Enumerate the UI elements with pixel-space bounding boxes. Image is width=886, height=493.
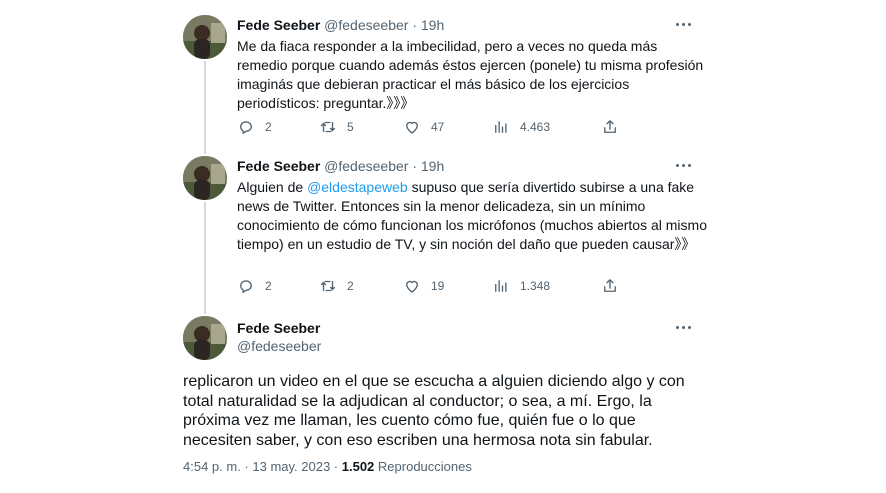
share-button[interactable] xyxy=(601,118,619,136)
share-icon xyxy=(604,279,616,292)
avatar[interactable] xyxy=(183,15,227,59)
tweet-text: Alguien de @eldestapeweb supuso que serí… xyxy=(237,178,707,254)
views-count: 1.502 xyxy=(341,459,375,474)
tweet-meta: 4:54 p. m. · 13 may. 2023 · 1.502 Reprod… xyxy=(183,459,472,474)
thread-line xyxy=(204,202,206,314)
mention-link[interactable]: @eldestapeweb xyxy=(307,179,408,195)
views-icon xyxy=(495,280,507,292)
like-count: 19 xyxy=(431,279,445,293)
tweet-time[interactable]: 4:54 p. m. xyxy=(183,459,241,474)
timestamp[interactable]: 19h xyxy=(421,158,444,174)
heart-icon xyxy=(406,121,418,134)
avatar[interactable] xyxy=(183,156,227,200)
tweet[interactable]: Fede Seeber @fedeseeber · 19h Me da fiac… xyxy=(165,0,725,154)
author-name[interactable]: Fede Seeber xyxy=(237,17,320,33)
views-count: 1.348 xyxy=(520,279,551,293)
tweet-date[interactable]: 13 may. 2023 xyxy=(252,459,330,474)
author-name[interactable]: Fede Seeber xyxy=(237,158,320,174)
heart-icon xyxy=(406,280,418,293)
like-count: 47 xyxy=(431,120,445,134)
avatar[interactable] xyxy=(183,316,227,360)
author-handle[interactable]: @fedeseeber xyxy=(324,17,408,33)
views-button[interactable]: 4.463 xyxy=(492,118,550,136)
views-label: Reproducciones xyxy=(374,459,472,474)
views-count: 4.463 xyxy=(520,120,551,134)
reply-button[interactable]: 2 xyxy=(237,118,272,136)
reply-button[interactable]: 2 xyxy=(237,277,272,295)
separator: · xyxy=(412,158,417,174)
reply-count: 2 xyxy=(265,120,272,134)
tweet-header: Fede Seeber @fedeseeber · 19h xyxy=(237,157,444,175)
separator: · xyxy=(330,459,342,474)
thread-line xyxy=(204,61,206,154)
retweet-button[interactable]: 2 xyxy=(319,277,354,295)
share-button[interactable] xyxy=(601,277,619,295)
author-handle[interactable]: @fedeseeber xyxy=(324,158,408,174)
more-icon[interactable] xyxy=(673,156,693,174)
tweet-actions: 2 5 47 4.463 xyxy=(237,118,657,138)
author-handle[interactable]: @fedeseeber xyxy=(237,337,321,355)
views-icon xyxy=(495,121,507,133)
retweet-count: 2 xyxy=(347,279,354,293)
reply-count: 2 xyxy=(265,279,272,293)
separator: · xyxy=(412,17,417,33)
like-button[interactable]: 19 xyxy=(403,277,444,295)
retweet-count: 5 xyxy=(347,120,354,134)
tweet-text: Me da fiaca responder a la imbecilidad, … xyxy=(237,38,704,111)
share-icon xyxy=(604,120,616,133)
retweet-button[interactable]: 5 xyxy=(319,118,354,136)
reply-icon xyxy=(240,121,252,134)
author-name[interactable]: Fede Seeber xyxy=(237,319,320,337)
text-part: Alguien de xyxy=(237,179,308,195)
tweet[interactable]: Fede Seeber @fedeseeber · 19h Alguien de… xyxy=(165,150,725,314)
tweet-header: Fede Seeber @fedeseeber · 19h xyxy=(237,16,444,34)
timestamp[interactable]: 19h xyxy=(421,17,444,33)
more-icon[interactable] xyxy=(673,318,693,336)
separator: · xyxy=(240,459,253,474)
like-button[interactable]: 47 xyxy=(403,118,444,136)
reply-icon xyxy=(240,280,252,293)
thread: Fede Seeber @fedeseeber · 19h Me da fiac… xyxy=(165,0,725,493)
views-button[interactable]: 1.348 xyxy=(492,277,550,295)
retweet-icon xyxy=(320,121,336,133)
main-tweet-text: replicaron un video en el que se escucha… xyxy=(183,373,685,449)
more-icon[interactable] xyxy=(673,15,693,33)
retweet-icon xyxy=(320,280,336,292)
tweet-actions: 2 2 19 1.348 xyxy=(237,277,657,297)
